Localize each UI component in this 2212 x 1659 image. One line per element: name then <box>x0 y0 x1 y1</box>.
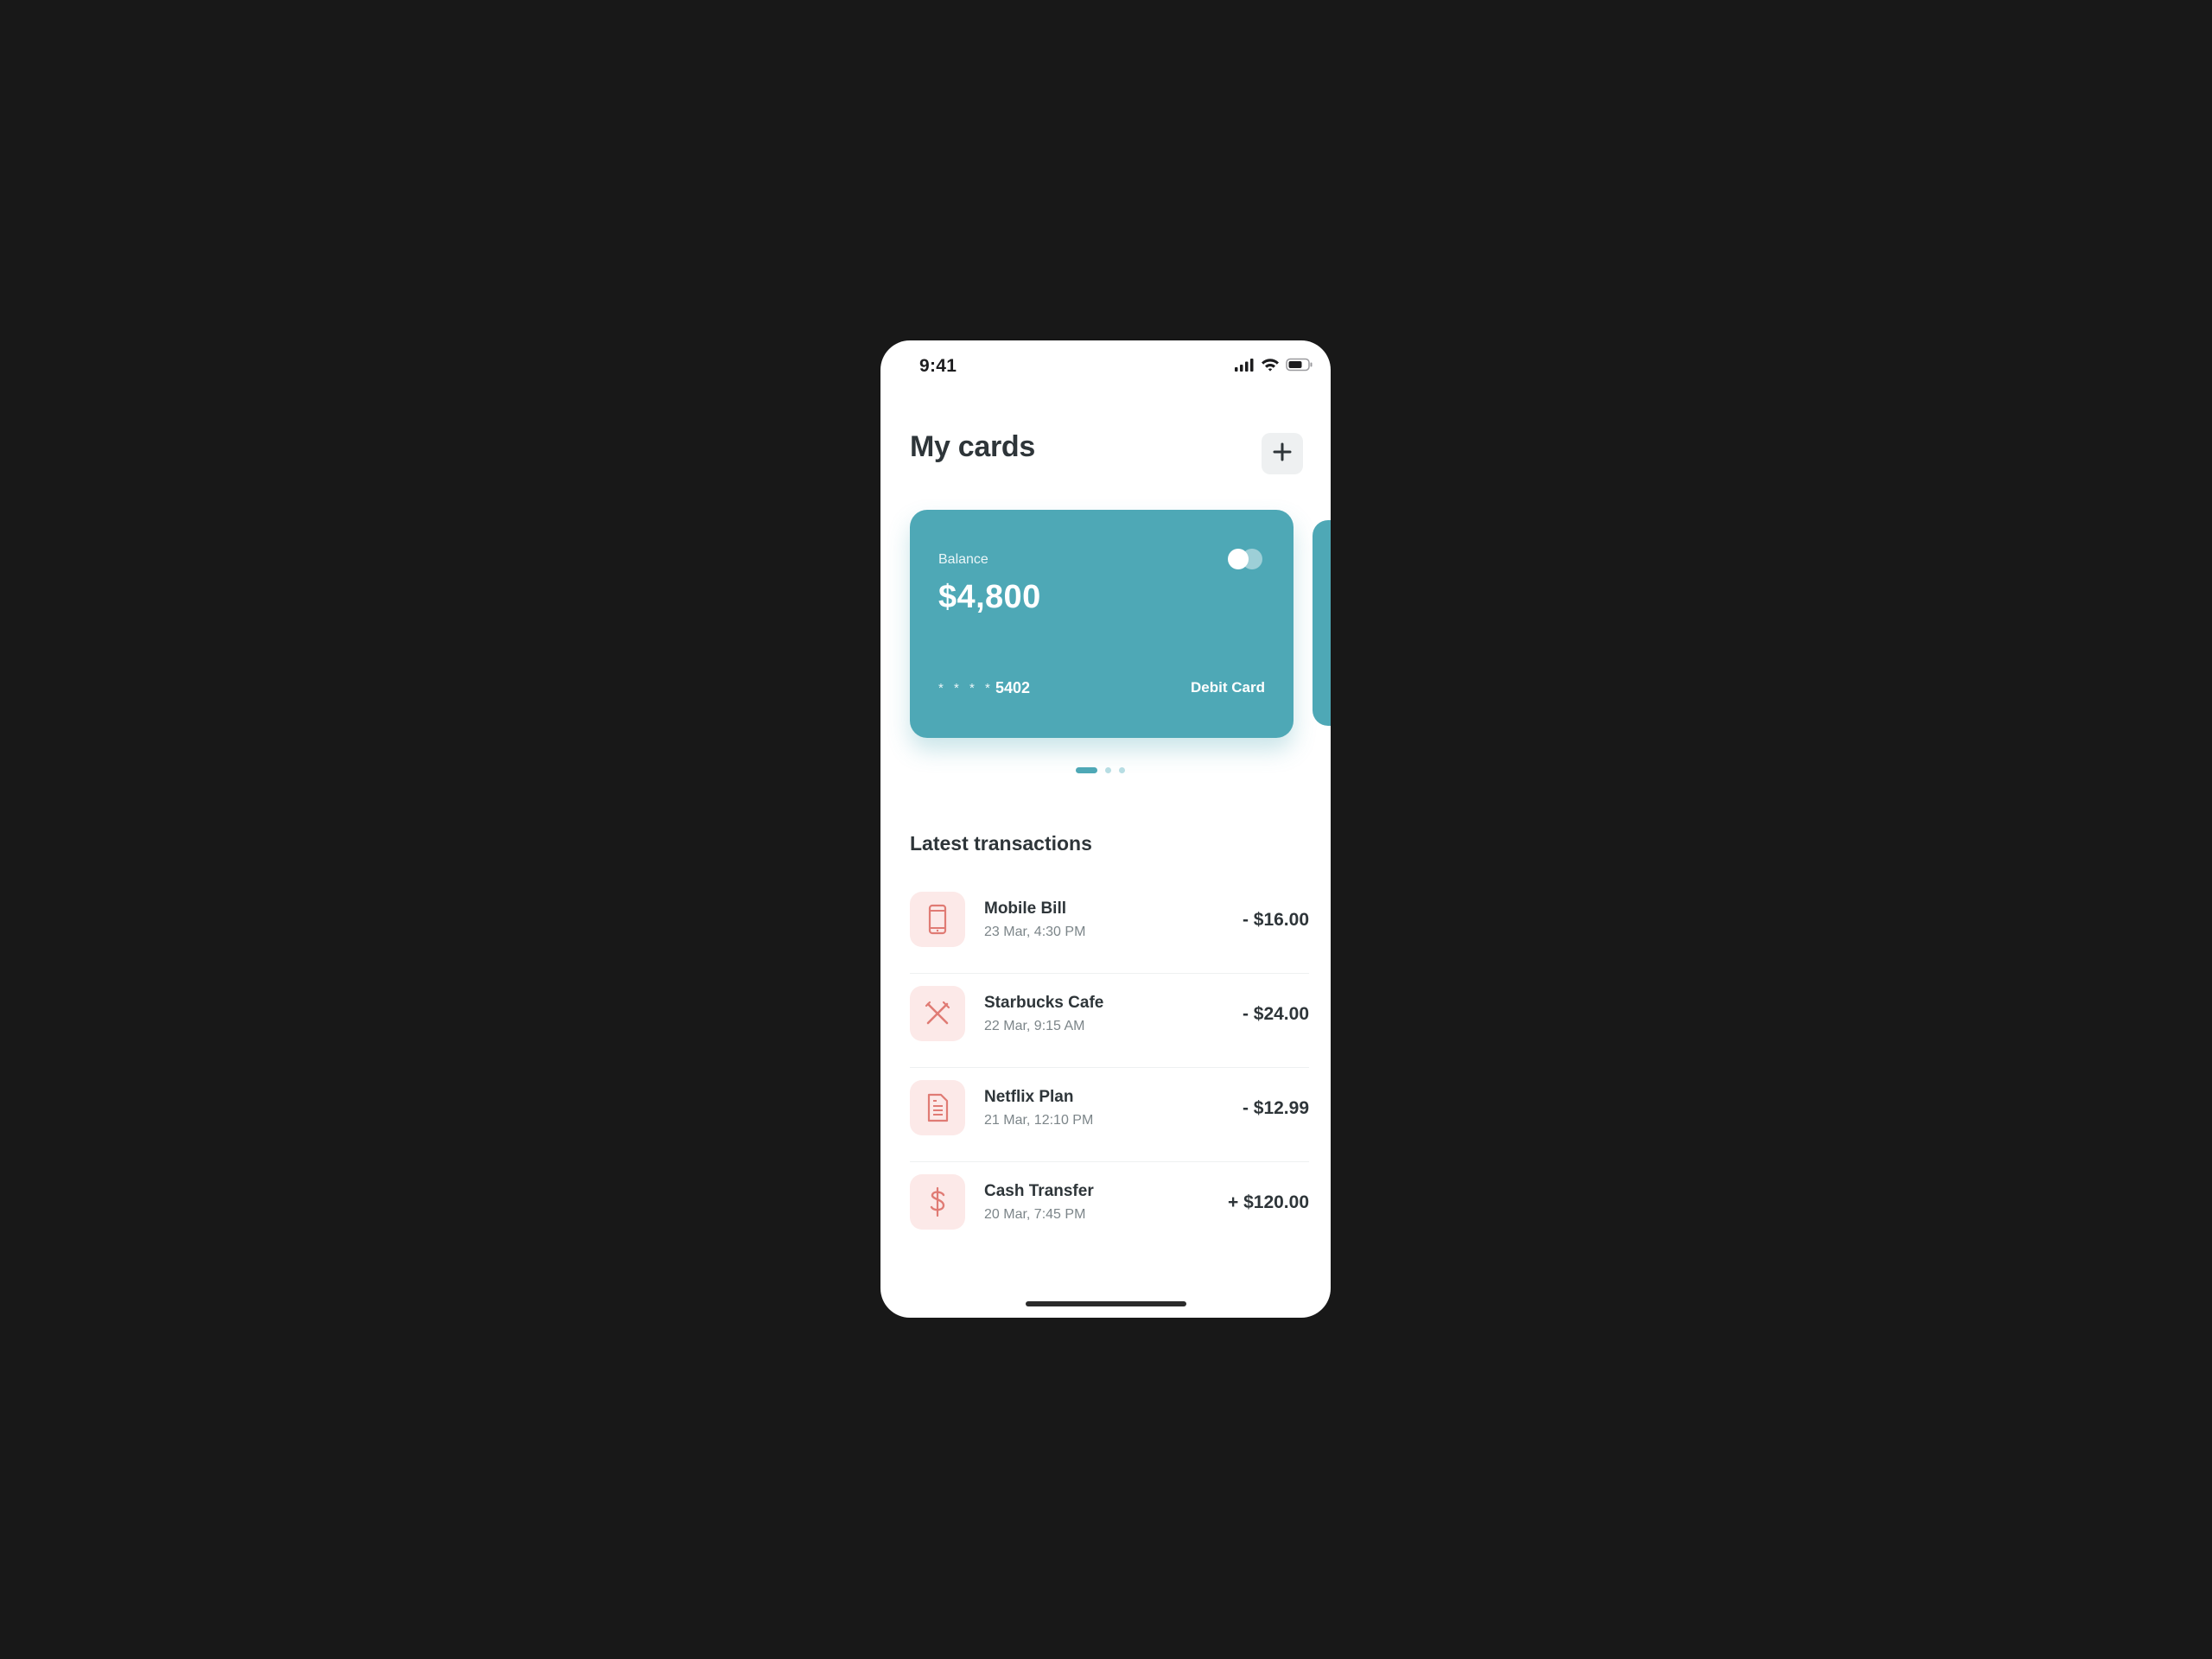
next-card-preview[interactable] <box>1313 520 1331 726</box>
transaction-date: 22 Mar, 9:15 AM <box>984 1019 1085 1033</box>
transaction-date: 23 Mar, 4:30 PM <box>984 925 1086 939</box>
utensils-icon <box>910 986 965 1041</box>
transaction-row[interactable]: Mobile Bill 23 Mar, 4:30 PM - $16.00 <box>910 880 1309 974</box>
transactions-title: Latest transactions <box>910 832 1092 855</box>
status-icons <box>1234 358 1313 372</box>
transaction-name: Netflix Plan <box>984 1088 1074 1106</box>
plus-icon <box>1273 442 1292 466</box>
status-bar: 9:41 <box>880 340 1331 392</box>
card-number-mask: * * * * <box>938 681 994 696</box>
dollar-icon <box>910 1174 965 1230</box>
transaction-row[interactable]: Cash Transfer 20 Mar, 7:45 PM + $120.00 <box>910 1162 1309 1255</box>
cellular-signal-icon <box>1234 358 1255 372</box>
status-time: 9:41 <box>919 356 957 376</box>
home-indicator[interactable] <box>1026 1301 1186 1306</box>
transaction-row[interactable]: Netflix Plan 21 Mar, 12:10 PM - $12.99 <box>910 1068 1309 1162</box>
transaction-name: Cash Transfer <box>984 1182 1094 1200</box>
transaction-name: Mobile Bill <box>984 899 1066 918</box>
add-card-button[interactable] <box>1262 433 1303 474</box>
transaction-date: 20 Mar, 7:45 PM <box>984 1207 1086 1222</box>
mobile-phone-icon <box>910 892 965 947</box>
pager-dot[interactable] <box>1119 767 1125 773</box>
card-pager <box>1076 767 1125 773</box>
pager-dot[interactable] <box>1105 767 1111 773</box>
card-last-four: 5402 <box>995 679 1031 696</box>
balance-label: Balance <box>938 552 988 567</box>
balance-amount: $4,800 <box>938 579 1041 615</box>
pager-dot-active[interactable] <box>1076 767 1097 773</box>
document-icon <box>910 1080 965 1135</box>
card-brand-logo <box>1228 548 1264 570</box>
transaction-amount: - $12.99 <box>1242 1098 1309 1118</box>
transactions-list: Mobile Bill 23 Mar, 4:30 PM - $16.00 Sta… <box>910 880 1309 1255</box>
debit-card[interactable]: Balance $4,800 * * * * 5402 Debit Card <box>910 510 1294 738</box>
transaction-name: Starbucks Cafe <box>984 994 1104 1012</box>
transaction-date: 21 Mar, 12:10 PM <box>984 1113 1094 1128</box>
card-type-label: Debit Card <box>1191 679 1265 696</box>
wifi-icon <box>1261 358 1280 372</box>
transaction-amount: + $120.00 <box>1227 1192 1309 1212</box>
page-title: My cards <box>910 430 1036 463</box>
transaction-amount: - $24.00 <box>1242 1004 1309 1024</box>
transaction-amount: - $16.00 <box>1242 910 1309 930</box>
phone-screen: 9:41 My cards Balance $4,800 * * * * 540… <box>880 340 1331 1318</box>
battery-icon <box>1286 358 1313 372</box>
transaction-row[interactable]: Starbucks Cafe 22 Mar, 9:15 AM - $24.00 <box>910 974 1309 1068</box>
